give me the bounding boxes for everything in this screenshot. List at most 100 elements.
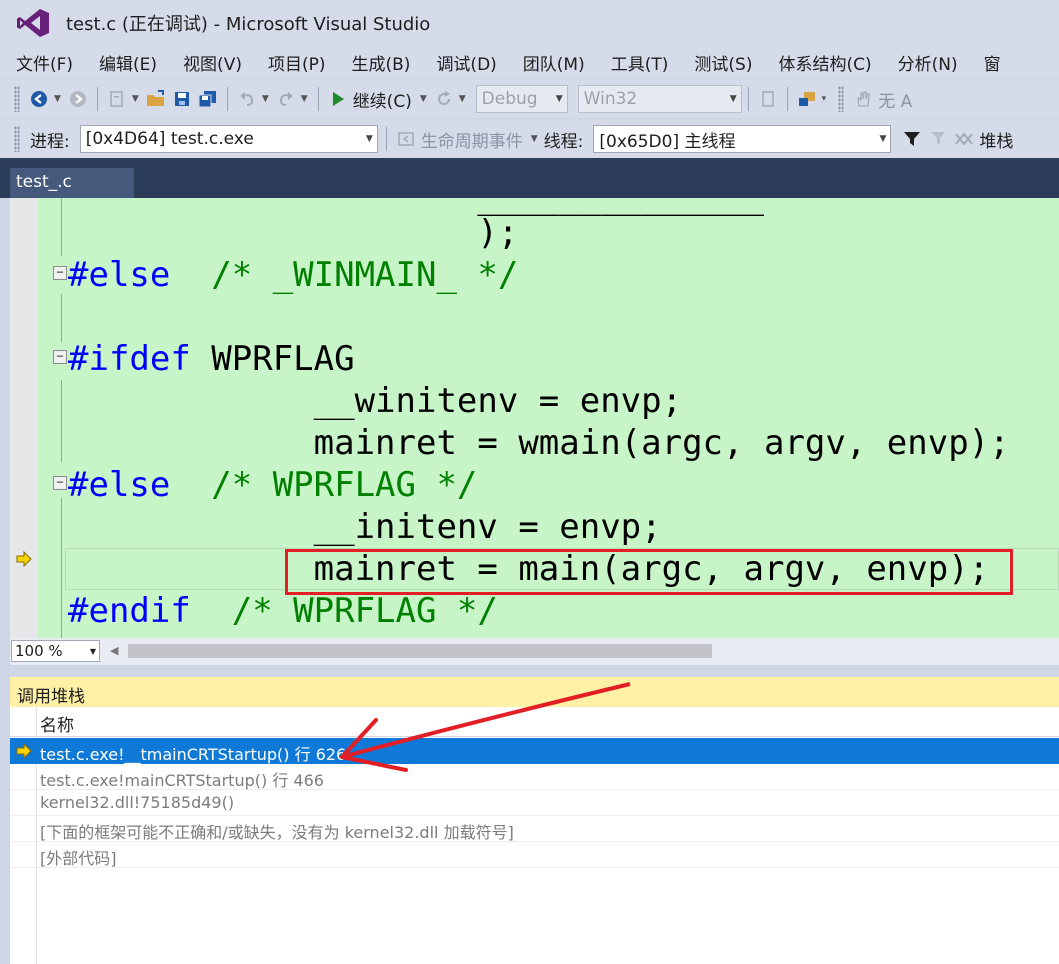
chevron-down-icon: ▼ [879, 134, 887, 144]
lifecycle-dropdown-icon[interactable]: ▼ [531, 134, 538, 144]
process-label: 进程: [30, 131, 70, 152]
call-stack-frame-text: [外部代码] [40, 849, 117, 868]
device-icon[interactable] [755, 86, 781, 112]
menu-debug[interactable]: 调试(D) [420, 50, 506, 75]
thread-select[interactable]: [0x65D0] 主线程 ▼ [593, 125, 892, 153]
collapse-toggle[interactable]: − [53, 476, 67, 490]
zoom-select[interactable]: 100 % ▼ [11, 640, 100, 662]
toolbar-grip[interactable] [14, 86, 20, 112]
chevron-down-icon: ▼ [365, 134, 373, 144]
hand-icon[interactable] [850, 86, 876, 112]
editor-status-row: 100 % ▼ ◀ [10, 638, 1059, 665]
back-dropdown-icon[interactable]: ▼ [54, 94, 61, 104]
scroll-left-icon[interactable]: ◀ [110, 644, 118, 657]
outline-guide [61, 498, 62, 638]
outline-guide [61, 380, 62, 462]
menu-bar: 文件(F) 编辑(E) 视图(V) 项目(P) 生成(B) 调试(D) 团队(M… [0, 46, 1059, 78]
current-statement-arrow-icon [16, 551, 32, 567]
call-stack-row[interactable]: kernel32.dll!75185d49() [10, 790, 1059, 816]
code-line: ); [68, 213, 519, 253]
code-editor[interactable]: − − − ______________ ); #else /* _WINMAI… [10, 198, 1059, 638]
new-project-icon[interactable] [104, 86, 130, 112]
back-icon[interactable] [26, 86, 52, 112]
call-stack-panel: 调用堆栈 名称 test.c.exe!__tmainCRTStartup() 行… [10, 677, 1059, 964]
toolbar-separator [385, 127, 387, 151]
undo-icon[interactable] [234, 86, 260, 112]
refresh-dropdown-icon[interactable]: ▼ [459, 94, 466, 104]
debug-location-toolbar: 进程: [0x4D64] test.c.exe ▼ 生命周期事件 ▼ 线程: [… [0, 120, 1059, 158]
code-line: __winitenv = envp; [68, 381, 683, 421]
standard-toolbar: ▼ ▼ ▼ ▼ 继续(C) ▼ ▼ Debug ▼ Win32 ▼ ▾ 无 A [0, 80, 1059, 118]
menu-view[interactable]: 视图(V) [167, 50, 252, 75]
menu-team[interactable]: 团队(M) [507, 50, 595, 75]
panel-separator [0, 665, 1059, 677]
save-icon[interactable] [169, 86, 195, 112]
call-stack-header: 名称 [10, 707, 1059, 737]
process-select[interactable]: [0x4D64] test.c.exe ▼ [79, 125, 378, 153]
chevron-down-icon: ▼ [555, 94, 563, 104]
flag-thread-icon[interactable] [925, 126, 951, 152]
forward-icon[interactable] [65, 86, 91, 112]
continue-dropdown-icon[interactable]: ▼ [420, 94, 427, 104]
call-stack-row[interactable]: [外部代码] [10, 842, 1059, 868]
menu-window[interactable]: 窗 [968, 50, 1011, 75]
filter-icon[interactable] [899, 126, 925, 152]
lifecycle-events-icon[interactable] [393, 126, 419, 152]
call-stack-frame-text: test.c.exe!__tmainCRTStartup() 行 626 [40, 745, 347, 764]
toolbar-overflow-icon[interactable]: ▾ [822, 94, 827, 104]
toolbar-separator [317, 87, 319, 111]
call-stack-row[interactable]: [下面的框架可能不正确和/或缺失，没有为 kernel32.dll 加载符号] [10, 816, 1059, 842]
menu-edit[interactable]: 编辑(E) [83, 50, 167, 75]
open-folder-icon[interactable] [143, 86, 169, 112]
platform-select[interactable]: Win32 ▼ [577, 85, 742, 113]
collapse-toggle[interactable]: − [53, 266, 67, 280]
code-line: #endif /* WPRFLAG */ [68, 591, 498, 631]
lifecycle-events-button[interactable]: 生命周期事件 [421, 127, 523, 152]
call-stack-title[interactable]: 调用堆栈 [10, 677, 1059, 707]
toggle-stack-icon[interactable] [951, 126, 977, 152]
continue-button[interactable]: 继续(C) [353, 87, 412, 112]
menu-tools[interactable]: 工具(T) [595, 50, 679, 75]
call-stack-frame-text: kernel32.dll!75185d49() [40, 793, 235, 812]
menu-project[interactable]: 项目(P) [252, 50, 336, 75]
tab-test-c[interactable]: test_.c [10, 168, 134, 198]
chevron-down-icon: ▼ [89, 646, 96, 656]
solution-config-value: Debug [481, 89, 538, 109]
redo-dropdown-icon[interactable]: ▼ [301, 94, 308, 104]
indicator-margin[interactable] [10, 198, 37, 638]
refresh-icon[interactable] [431, 86, 457, 112]
solution-explorer-icon[interactable] [794, 86, 820, 112]
annotation-highlight-box [285, 549, 1013, 595]
toolbar-grip[interactable] [14, 126, 20, 152]
toolbar-separator [226, 87, 228, 111]
code-line: __initenv = envp; [68, 507, 662, 547]
call-stack-row[interactable]: test.c.exe!mainCRTStartup() 行 466 [10, 764, 1059, 790]
outline-guide [61, 294, 62, 342]
solution-config-select[interactable]: Debug ▼ [475, 85, 568, 113]
code-line: mainret = wmain(argc, argv, envp); [68, 423, 1010, 463]
horizontal-scrollbar-thumb[interactable] [128, 644, 712, 658]
chevron-down-icon: ▼ [729, 94, 737, 104]
new-dropdown-icon[interactable]: ▼ [132, 94, 139, 104]
column-header-name[interactable]: 名称 [40, 711, 74, 736]
menu-build[interactable]: 生成(B) [336, 50, 421, 75]
platform-value: Win32 [583, 89, 638, 109]
thread-value: [0x65D0] 主线程 [599, 131, 736, 152]
menu-analyze[interactable]: 分析(N) [882, 50, 968, 75]
current-frame-arrow-icon [16, 743, 32, 759]
toolbar-grip[interactable] [838, 86, 845, 112]
undo-dropdown-icon[interactable]: ▼ [262, 94, 269, 104]
menu-test[interactable]: 测试(S) [678, 50, 762, 75]
thread-label: 线程: [543, 131, 584, 152]
save-all-icon[interactable] [195, 86, 221, 112]
menu-file[interactable]: 文件(F) [0, 50, 83, 75]
collapse-toggle[interactable]: − [53, 350, 67, 364]
continue-play-icon[interactable] [325, 86, 351, 112]
redo-icon[interactable] [273, 86, 299, 112]
document-tab-strip: test_.c [0, 158, 1059, 198]
code-line: #else /* _WINMAIN_ */ [68, 255, 519, 295]
menu-architecture[interactable]: 体系结构(C) [762, 50, 881, 75]
toolbar-separator [786, 87, 788, 111]
toolbar-separator [96, 87, 98, 111]
call-stack-row[interactable]: test.c.exe!__tmainCRTStartup() 行 626 [10, 738, 1059, 764]
